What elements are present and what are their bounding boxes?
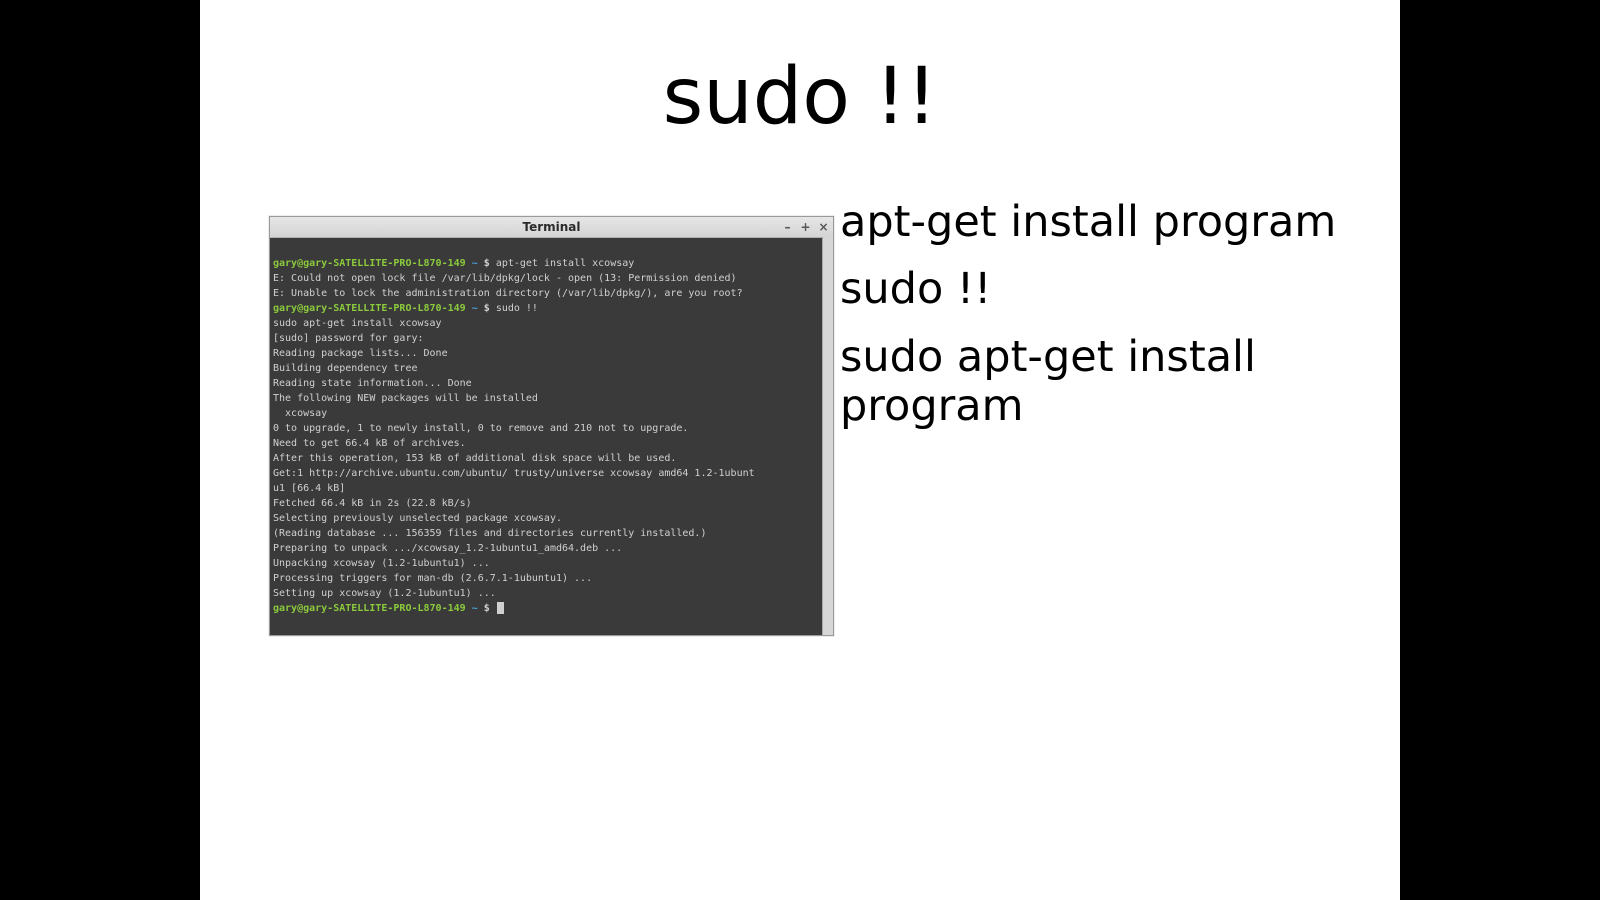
terminal-cursor-icon	[497, 602, 504, 614]
terminal-title-label: Terminal	[522, 220, 580, 234]
terminal-symbol: $	[484, 258, 490, 269]
terminal-output-line: Selecting previously unselected package …	[273, 513, 562, 524]
bullet-item: sudo !!	[832, 265, 1407, 314]
terminal-output-line: sudo apt-get install xcowsay	[273, 318, 442, 329]
terminal-output-line: Building dependency tree	[273, 363, 418, 374]
bullet-item: apt-get install program	[832, 198, 1407, 247]
terminal-output-line: Reading state information... Done	[273, 378, 472, 389]
terminal-output-line: u1 [66.4 kB]	[273, 483, 345, 494]
terminal-output-line: Preparing to unpack .../xcowsay_1.2-1ubu…	[273, 543, 622, 554]
terminal-output-line: xcowsay	[273, 408, 327, 419]
terminal-scrollbar[interactable]	[822, 237, 833, 635]
terminal-output-line: E: Unable to lock the administration dir…	[273, 288, 743, 299]
terminal-output-line: E: Could not open lock file /var/lib/dpk…	[273, 273, 737, 284]
terminal-path: ~	[472, 603, 478, 614]
terminal-output-line: 0 to upgrade, 1 to newly install, 0 to r…	[273, 423, 688, 434]
terminal-body[interactable]: gary@gary-SATELLITE-PRO-L870-149 ~ $ apt…	[270, 238, 833, 635]
terminal-symbol: $	[484, 303, 490, 314]
terminal-output-line: Processing triggers for man-db (2.6.7.1-…	[273, 573, 592, 584]
slide-title: sudo !!	[200, 52, 1400, 142]
terminal-window-controls: – + ×	[782, 217, 829, 237]
terminal-output-line: [sudo] password for gary:	[273, 333, 424, 344]
slide-bullet-list: apt-get install program sudo !! sudo apt…	[802, 198, 1407, 450]
terminal-output-line: Need to get 66.4 kB of archives.	[273, 438, 466, 449]
terminal-path: ~	[472, 258, 478, 269]
terminal-output-line: The following NEW packages will be insta…	[273, 393, 538, 404]
terminal-command: sudo !!	[496, 303, 538, 314]
maximize-icon[interactable]: +	[800, 221, 811, 233]
terminal-output-line: Setting up xcowsay (1.2-1ubuntu1) ...	[273, 588, 496, 599]
terminal-output-line: (Reading database ... 156359 files and d…	[273, 528, 706, 539]
terminal-output-line: Unpacking xcowsay (1.2-1ubuntu1) ...	[273, 558, 490, 569]
terminal-output-line: Reading package lists... Done	[273, 348, 448, 359]
terminal-symbol: $	[484, 603, 490, 614]
terminal-output-line: After this operation, 153 kB of addition…	[273, 453, 676, 464]
terminal-window: Terminal – + × gary@gary-SATELLITE-PRO-L…	[269, 216, 834, 636]
terminal-titlebar[interactable]: Terminal – + ×	[270, 217, 833, 238]
terminal-path: ~	[472, 303, 478, 314]
minimize-icon[interactable]: –	[782, 221, 793, 233]
presentation-slide: sudo !! apt-get install program sudo !! …	[200, 0, 1400, 900]
terminal-output-line: Get:1 http://archive.ubuntu.com/ubuntu/ …	[273, 468, 755, 479]
stage: sudo !! apt-get install program sudo !! …	[0, 0, 1600, 900]
terminal-prompt: gary@gary-SATELLITE-PRO-L870-149	[273, 303, 466, 314]
terminal-prompt: gary@gary-SATELLITE-PRO-L870-149	[273, 603, 466, 614]
bullet-item: sudo apt-get install program	[832, 333, 1407, 432]
terminal-output-line: Fetched 66.4 kB in 2s (22.8 kB/s)	[273, 498, 472, 509]
close-icon[interactable]: ×	[818, 221, 829, 233]
terminal-command: apt-get install xcowsay	[496, 258, 634, 269]
terminal-prompt: gary@gary-SATELLITE-PRO-L870-149	[273, 258, 466, 269]
